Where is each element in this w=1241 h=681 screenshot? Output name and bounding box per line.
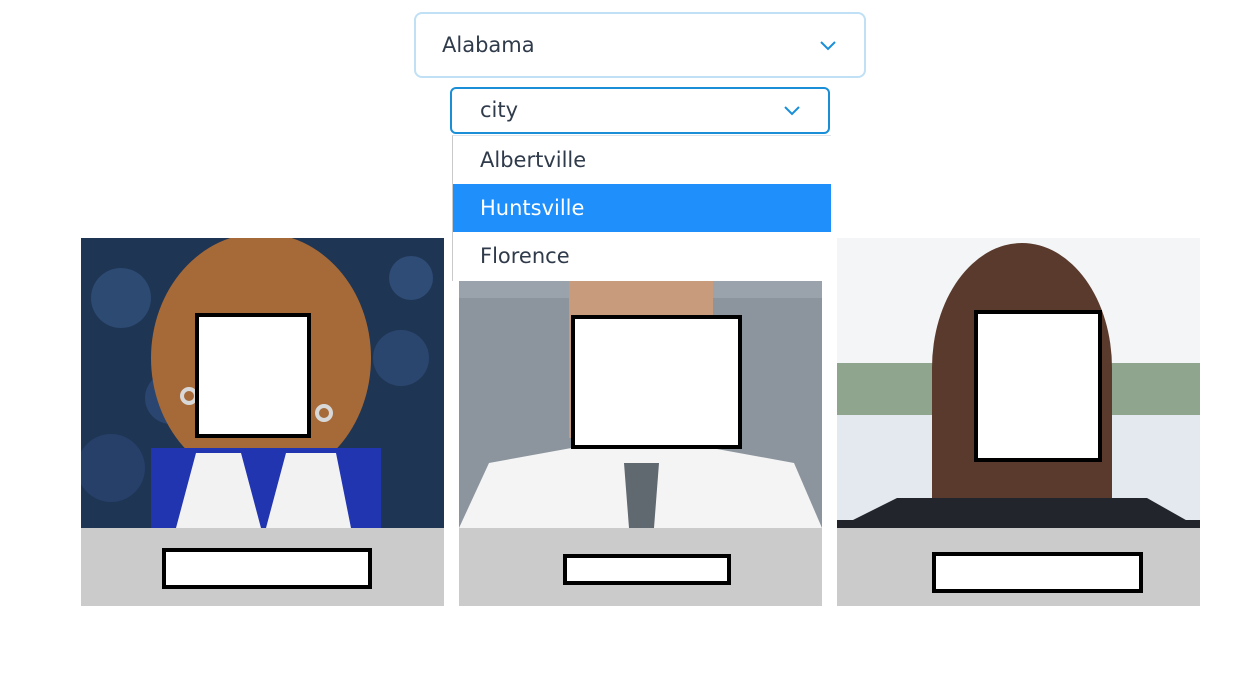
city-dropdown-value: city <box>480 98 519 122</box>
state-dropdown-value: Alabama <box>442 33 535 57</box>
chevron-down-icon[interactable] <box>784 106 800 116</box>
profile-caption <box>459 528 822 606</box>
profile-card[interactable] <box>459 238 822 606</box>
profile-photo <box>837 238 1200 528</box>
profile-photo <box>81 238 444 528</box>
chevron-down-icon[interactable] <box>820 41 836 51</box>
profile-caption <box>81 528 444 606</box>
name-redaction-box <box>563 554 731 585</box>
profile-photo <box>459 238 822 528</box>
redaction-box <box>571 315 742 449</box>
city-option-florence[interactable]: Florence <box>453 232 831 280</box>
redaction-box <box>974 310 1102 462</box>
name-redaction-box <box>932 552 1143 593</box>
city-options-list: Albertville Huntsville Florence <box>452 135 831 281</box>
profile-card[interactable] <box>837 238 1200 606</box>
state-dropdown[interactable]: Alabama <box>414 12 866 78</box>
city-option-albertville[interactable]: Albertville <box>453 136 831 184</box>
name-redaction-box <box>162 548 372 589</box>
city-option-huntsville[interactable]: Huntsville <box>453 184 831 232</box>
redaction-box <box>195 313 311 438</box>
city-dropdown[interactable]: city <box>450 87 830 134</box>
profile-caption <box>837 528 1200 606</box>
profile-card[interactable] <box>81 238 444 606</box>
